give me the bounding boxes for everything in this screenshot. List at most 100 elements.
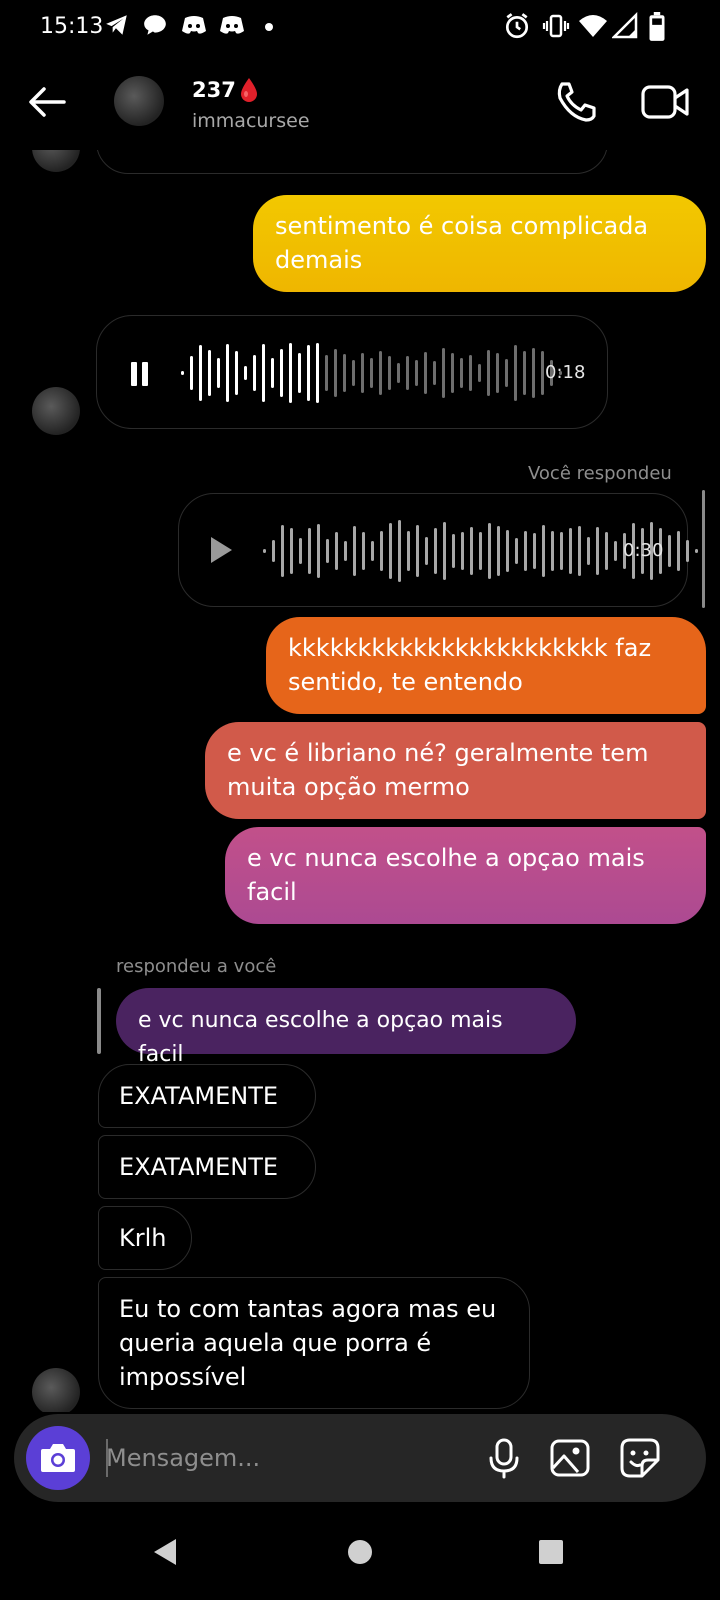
voice-duration: 0:30 — [623, 540, 664, 561]
camera-button[interactable] — [26, 1426, 90, 1490]
avatar[interactable] — [32, 1368, 80, 1412]
wifi-icon — [579, 15, 607, 37]
voice-duration: 0:18 — [545, 362, 586, 383]
message-input[interactable] — [106, 1436, 466, 1480]
quoted-message[interactable]: e vc nunca escolhe a opçao mais facil — [116, 988, 576, 1067]
status-time: 15:13 — [40, 14, 104, 39]
contact-username[interactable]: immacursee — [192, 110, 310, 132]
waveform-bar — [460, 358, 463, 388]
back-arrow-icon[interactable] — [24, 78, 72, 126]
outgoing-message[interactable]: sentimento é coisa complicada demais — [253, 195, 706, 292]
discord-icon — [182, 16, 206, 34]
waveform-bar — [487, 350, 490, 396]
waveform-bar — [478, 364, 481, 382]
waveform-bar — [488, 523, 491, 579]
waveform-bar — [199, 345, 202, 401]
vibrate-icon — [542, 14, 570, 38]
incoming-bubble-partial[interactable] — [96, 150, 608, 174]
message-text: EXATAMENTE — [119, 1082, 279, 1110]
contact-name-row[interactable]: 237 — [192, 76, 260, 104]
waveform-bar — [317, 524, 320, 578]
waveform-bar — [208, 350, 211, 396]
waveform-bar — [398, 520, 401, 582]
waveform-bar — [451, 353, 454, 393]
waveform-bar — [424, 352, 427, 394]
message-text: kkkkkkkkkkkkkkkkkkkkkkk faz sentido, te … — [288, 634, 652, 696]
play-icon[interactable] — [207, 534, 235, 566]
waveform-bar — [605, 532, 608, 570]
phone-icon[interactable] — [554, 80, 598, 124]
incoming-message[interactable]: Eu to com tantas agora mas eu queria aqu… — [98, 1277, 530, 1409]
waveform-bar — [389, 523, 392, 579]
incoming-message[interactable]: Krlh — [98, 1206, 192, 1270]
waveform-bar — [325, 355, 328, 391]
waveform-bar — [505, 359, 508, 387]
chat-bubble-icon — [144, 15, 166, 35]
waveform-bar — [596, 527, 599, 575]
discord-icon-2 — [220, 16, 244, 34]
waveform-bar — [416, 525, 419, 577]
waveform-bar — [235, 351, 238, 395]
waveform-bar — [452, 534, 455, 568]
waveform-bar — [299, 538, 302, 564]
home-nav-icon[interactable] — [346, 1538, 374, 1566]
waveform[interactable] — [181, 341, 562, 405]
waveform-bar — [344, 541, 347, 561]
message-thread[interactable]: sentimento é coisa complicada demais 0:1… — [0, 150, 720, 1412]
message-text: e vc nunca escolhe a opçao mais facil — [247, 844, 645, 906]
waveform-bar — [217, 358, 220, 388]
contact-name: 237 — [192, 78, 236, 102]
waveform-bar — [290, 528, 293, 574]
message-text: Eu to com tantas agora mas eu queria aqu… — [119, 1295, 497, 1391]
waveform-bar — [343, 354, 346, 392]
waveform-bar — [380, 531, 383, 571]
waveform-bar — [334, 349, 337, 397]
waveform-bar — [415, 360, 418, 386]
incoming-message[interactable]: EXATAMENTE — [98, 1135, 316, 1199]
waveform-bar — [587, 537, 590, 565]
waveform-bar — [407, 531, 410, 571]
waveform-bar — [614, 541, 617, 561]
waveform-bar — [569, 528, 572, 574]
waveform-bar — [425, 537, 428, 565]
waveform-bar — [479, 532, 482, 570]
waveform-bar — [523, 351, 526, 395]
battery-icon — [649, 12, 665, 41]
avatar[interactable] — [32, 387, 80, 435]
waveform-bar — [362, 532, 365, 570]
avatar[interactable] — [32, 150, 80, 172]
avatar[interactable] — [114, 76, 164, 126]
waveform-bar — [677, 531, 680, 571]
sticker-icon[interactable] — [618, 1436, 662, 1480]
status-bar: 15:13 — [0, 0, 720, 56]
waveform-bar — [262, 344, 265, 402]
waveform-bar — [280, 349, 283, 397]
gallery-icon[interactable] — [548, 1436, 592, 1480]
outgoing-message[interactable]: e vc é libriano né? geralmente tem muita… — [205, 722, 706, 819]
waveform-bar — [406, 356, 409, 390]
reply-indicator-line — [702, 490, 705, 608]
recents-nav-icon[interactable] — [538, 1539, 564, 1565]
waveform-bar — [542, 525, 545, 577]
alarm-icon — [505, 13, 529, 39]
outgoing-voice-message[interactable]: 0:30 — [178, 493, 698, 607]
waveform-bar — [560, 532, 563, 570]
outgoing-message[interactable]: kkkkkkkkkkkkkkkkkkkkkkk faz sentido, te … — [266, 617, 706, 714]
waveform-bar — [263, 549, 266, 553]
microphone-icon[interactable] — [482, 1436, 526, 1480]
reply-label: respondeu a você — [116, 956, 277, 977]
message-text: sentimento é coisa complicada demais — [275, 212, 649, 274]
pause-icon[interactable] — [129, 360, 151, 388]
waveform-bar — [308, 528, 311, 574]
waveform-bar — [515, 538, 518, 564]
reply-label: Você respondeu — [528, 463, 672, 484]
waveform-bar — [578, 526, 581, 576]
outgoing-message[interactable]: e vc nunca escolhe a opçao mais facil — [225, 827, 706, 924]
incoming-message[interactable]: EXATAMENTE — [98, 1064, 316, 1128]
waveform-bar — [289, 343, 292, 403]
video-camera-icon[interactable] — [640, 80, 690, 124]
waveform-bar — [326, 539, 329, 563]
back-nav-icon[interactable] — [150, 1536, 180, 1568]
waveform-bar — [497, 526, 500, 576]
incoming-voice-message[interactable]: 0:18 — [96, 315, 608, 429]
